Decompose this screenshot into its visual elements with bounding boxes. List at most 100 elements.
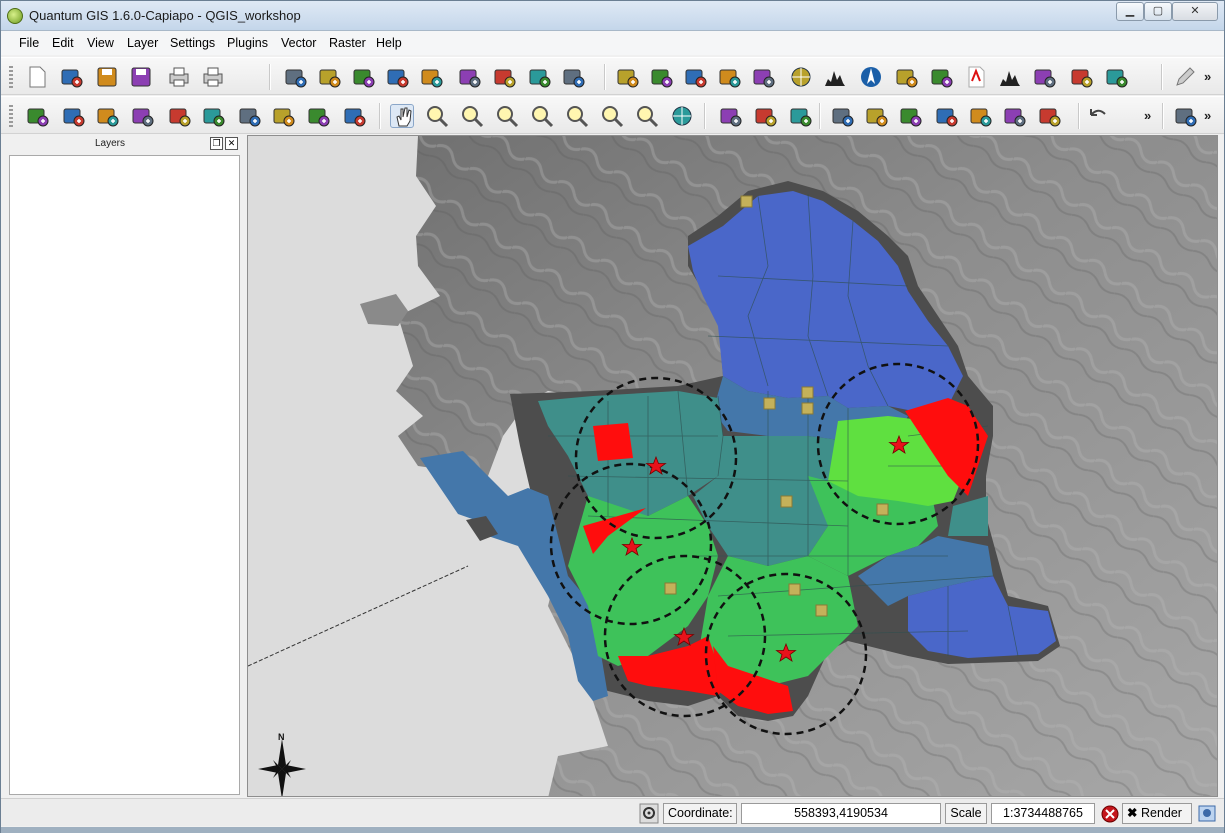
add-raster-layer-icon[interactable]: [317, 65, 341, 89]
menu-vector[interactable]: Vector: [281, 36, 316, 50]
zoom-next-icon[interactable]: [635, 104, 659, 128]
map-tips-icon[interactable]: [201, 104, 225, 128]
deselect-icon[interactable]: [95, 104, 119, 128]
pencil-icon[interactable]: [1173, 65, 1197, 89]
move-icon[interactable]: [934, 104, 958, 128]
split-icon[interactable]: [864, 104, 888, 128]
add-wms-layer-icon[interactable]: [419, 65, 443, 89]
attribute-table-icon[interactable]: [130, 104, 154, 128]
render-checkbox[interactable]: ✖ Render: [1122, 803, 1192, 824]
coordinate-field[interactable]: 558393,4190534: [741, 803, 941, 824]
text-annotation-icon[interactable]: [342, 104, 366, 128]
toolbar-separator: [269, 64, 271, 90]
rotate-icon[interactable]: [968, 104, 992, 128]
zoom-full-icon[interactable]: [495, 104, 519, 128]
projection-icon[interactable]: [1197, 803, 1217, 824]
home-plus-icon[interactable]: [271, 104, 295, 128]
window-title: Quantum GIS 1.6.0-Capiapo - QGIS_worksho…: [29, 8, 301, 23]
label-icon[interactable]: [306, 104, 330, 128]
new-shapefile-icon[interactable]: [457, 65, 481, 89]
pan-icon[interactable]: [390, 104, 414, 128]
zoom-in-icon[interactable]: [425, 104, 449, 128]
scale-field[interactable]: 1:3734488765: [991, 803, 1095, 824]
gps-tools-icon[interactable]: [615, 65, 639, 89]
add-feature-icon[interactable]: [718, 104, 742, 128]
float-panel-button[interactable]: ❐: [210, 137, 223, 150]
globe-icon[interactable]: [789, 65, 813, 89]
print-composer-icon[interactable]: [167, 65, 191, 89]
chart-icon[interactable]: [998, 65, 1022, 89]
north-label: N: [278, 732, 285, 742]
render-label: Render: [1140, 806, 1182, 820]
menu-help[interactable]: Help: [376, 36, 402, 50]
print-icon[interactable]: [201, 65, 225, 89]
toolbar-separator: [1162, 103, 1164, 129]
menu-settings[interactable]: Settings: [170, 36, 215, 50]
raster-layer-icon[interactable]: [1032, 65, 1056, 89]
zoom-layer-icon[interactable]: [565, 104, 589, 128]
image-export-icon[interactable]: [1104, 65, 1128, 89]
qgis-logo-icon: [7, 8, 23, 24]
point-marker: [788, 583, 801, 596]
toggle-extents-icon[interactable]: [639, 803, 659, 824]
grass-tools-icon[interactable]: [683, 65, 707, 89]
home-icon[interactable]: [237, 104, 261, 128]
zoom-selection-icon[interactable]: [530, 104, 554, 128]
simplify-icon[interactable]: [1002, 104, 1026, 128]
layers-list[interactable]: [9, 155, 240, 795]
close-button[interactable]: ✕: [1172, 2, 1218, 21]
toolbar-separator: [704, 103, 706, 129]
save-as-icon[interactable]: [129, 65, 153, 89]
star-feature-icon[interactable]: [753, 104, 777, 128]
add-postgis-layer-icon[interactable]: [351, 65, 375, 89]
stop-render-icon[interactable]: [1100, 803, 1120, 824]
vd-icon[interactable]: [717, 65, 741, 89]
elephant-icon[interactable]: [1069, 65, 1093, 89]
histogram-icon[interactable]: [823, 65, 847, 89]
open-project-icon[interactable]: [59, 65, 83, 89]
delete-feature-icon[interactable]: [788, 104, 812, 128]
add-spatialite-layer-icon[interactable]: [385, 65, 409, 89]
ogr-converter-icon[interactable]: [894, 65, 918, 89]
edit-node-icon[interactable]: [830, 104, 854, 128]
spatial-query-icon[interactable]: [929, 65, 953, 89]
menu-plugins[interactable]: Plugins: [227, 36, 268, 50]
pdf-icon[interactable]: [964, 65, 988, 89]
raster-calculator-icon[interactable]: [751, 65, 775, 89]
toolbar-grip[interactable]: [9, 66, 13, 88]
toolbar-overflow-button[interactable]: »: [1144, 108, 1151, 123]
zoom-out-icon[interactable]: [460, 104, 484, 128]
menu-file[interactable]: File: [19, 36, 39, 50]
new-project-icon[interactable]: [25, 65, 49, 89]
georeferencer-icon[interactable]: [561, 65, 585, 89]
coordinate-label: Coordinate:: [663, 803, 737, 824]
add-part-icon[interactable]: [1173, 104, 1197, 128]
menu-layer[interactable]: Layer: [127, 36, 158, 50]
zoom-last-icon[interactable]: [600, 104, 624, 128]
select-icon[interactable]: [61, 104, 85, 128]
menu-edit[interactable]: Edit: [52, 36, 74, 50]
measure-icon[interactable]: [167, 104, 191, 128]
toolbar-grip[interactable]: [9, 105, 13, 127]
file-toolbar: »: [1, 57, 1224, 95]
menu-raster[interactable]: Raster: [329, 36, 366, 50]
coordinate-capture-icon[interactable]: [649, 65, 673, 89]
north-arrow-icon[interactable]: [859, 65, 883, 89]
refresh-icon[interactable]: [670, 104, 694, 128]
minimize-button[interactable]: ▁: [1116, 2, 1144, 21]
close-panel-button[interactable]: ✕: [225, 137, 238, 150]
menu-view[interactable]: View: [87, 36, 114, 50]
merge-icon[interactable]: [898, 104, 922, 128]
undo-icon[interactable]: [1086, 104, 1110, 128]
point-marker: [876, 503, 889, 516]
add-vector-layer-icon[interactable]: [283, 65, 307, 89]
maximize-button[interactable]: ▢: [1144, 2, 1172, 21]
remove-layer-icon[interactable]: [492, 65, 516, 89]
toolbar-overflow-button-2[interactable]: »: [1204, 108, 1211, 123]
map-canvas[interactable]: N: [247, 135, 1218, 797]
identify-icon[interactable]: [25, 104, 49, 128]
toolbar-overflow-button[interactable]: »: [1204, 69, 1211, 84]
save-project-icon[interactable]: [95, 65, 119, 89]
add-wfs-layer-icon[interactable]: [527, 65, 551, 89]
reshape-icon[interactable]: [1037, 104, 1061, 128]
